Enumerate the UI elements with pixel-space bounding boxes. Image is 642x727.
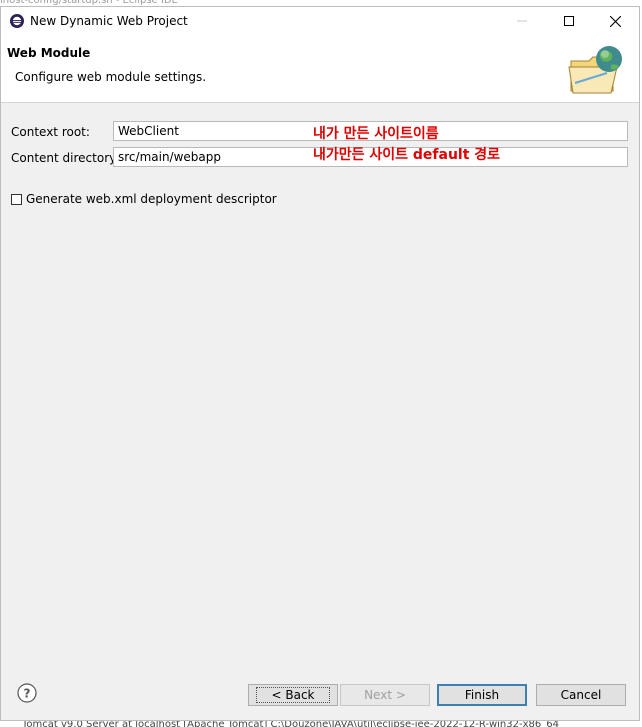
back-button-label: < Back xyxy=(256,687,330,703)
maximize-button[interactable] xyxy=(546,7,592,35)
content-directory-label: Content directory: xyxy=(11,151,120,165)
minimize-icon xyxy=(517,20,527,22)
maximize-icon xyxy=(564,16,574,26)
next-button[interactable]: Next > xyxy=(340,684,430,706)
content-directory-annotation: 내가만든 사이트 default 경로 xyxy=(313,147,501,163)
wizard-banner: Web Module Configure web module settings… xyxy=(1,35,639,103)
console-status-strip: Tomcat v9.0 Server at localhost [Apache … xyxy=(22,721,559,727)
page-description: Configure web module settings. xyxy=(15,70,207,84)
generate-webxml-label: Generate web.xml deployment descriptor xyxy=(26,192,277,206)
web-folder-globe-icon xyxy=(567,43,631,100)
button-bar: ? < Back Next > Finish Cancel xyxy=(1,671,639,721)
finish-button[interactable]: Finish xyxy=(437,684,527,706)
help-icon: ? xyxy=(17,683,37,703)
svg-text:?: ? xyxy=(24,687,31,701)
page-title: Web Module xyxy=(7,46,91,60)
back-button[interactable]: < Back xyxy=(248,684,338,706)
title-bar[interactable]: New Dynamic Web Project xyxy=(1,7,639,35)
context-root-annotation: 내가 만든 사이트이름 xyxy=(313,126,439,142)
generate-webxml-option[interactable]: Generate web.xml deployment descriptor xyxy=(11,192,277,206)
generate-webxml-checkbox[interactable] xyxy=(11,193,22,205)
window-title: New Dynamic Web Project xyxy=(30,14,188,28)
close-icon xyxy=(609,15,621,27)
close-button[interactable] xyxy=(592,7,638,35)
cancel-button[interactable]: Cancel xyxy=(536,684,626,706)
content-area: Context root: WebClient Content director… xyxy=(1,103,639,658)
new-dynamic-web-project-dialog: New Dynamic Web Project Web Module Confi… xyxy=(0,6,640,721)
eclipse-app-icon xyxy=(9,13,25,29)
context-root-label: Context root: xyxy=(11,125,90,139)
help-button[interactable]: ? xyxy=(17,683,37,706)
minimize-button[interactable] xyxy=(499,7,545,35)
